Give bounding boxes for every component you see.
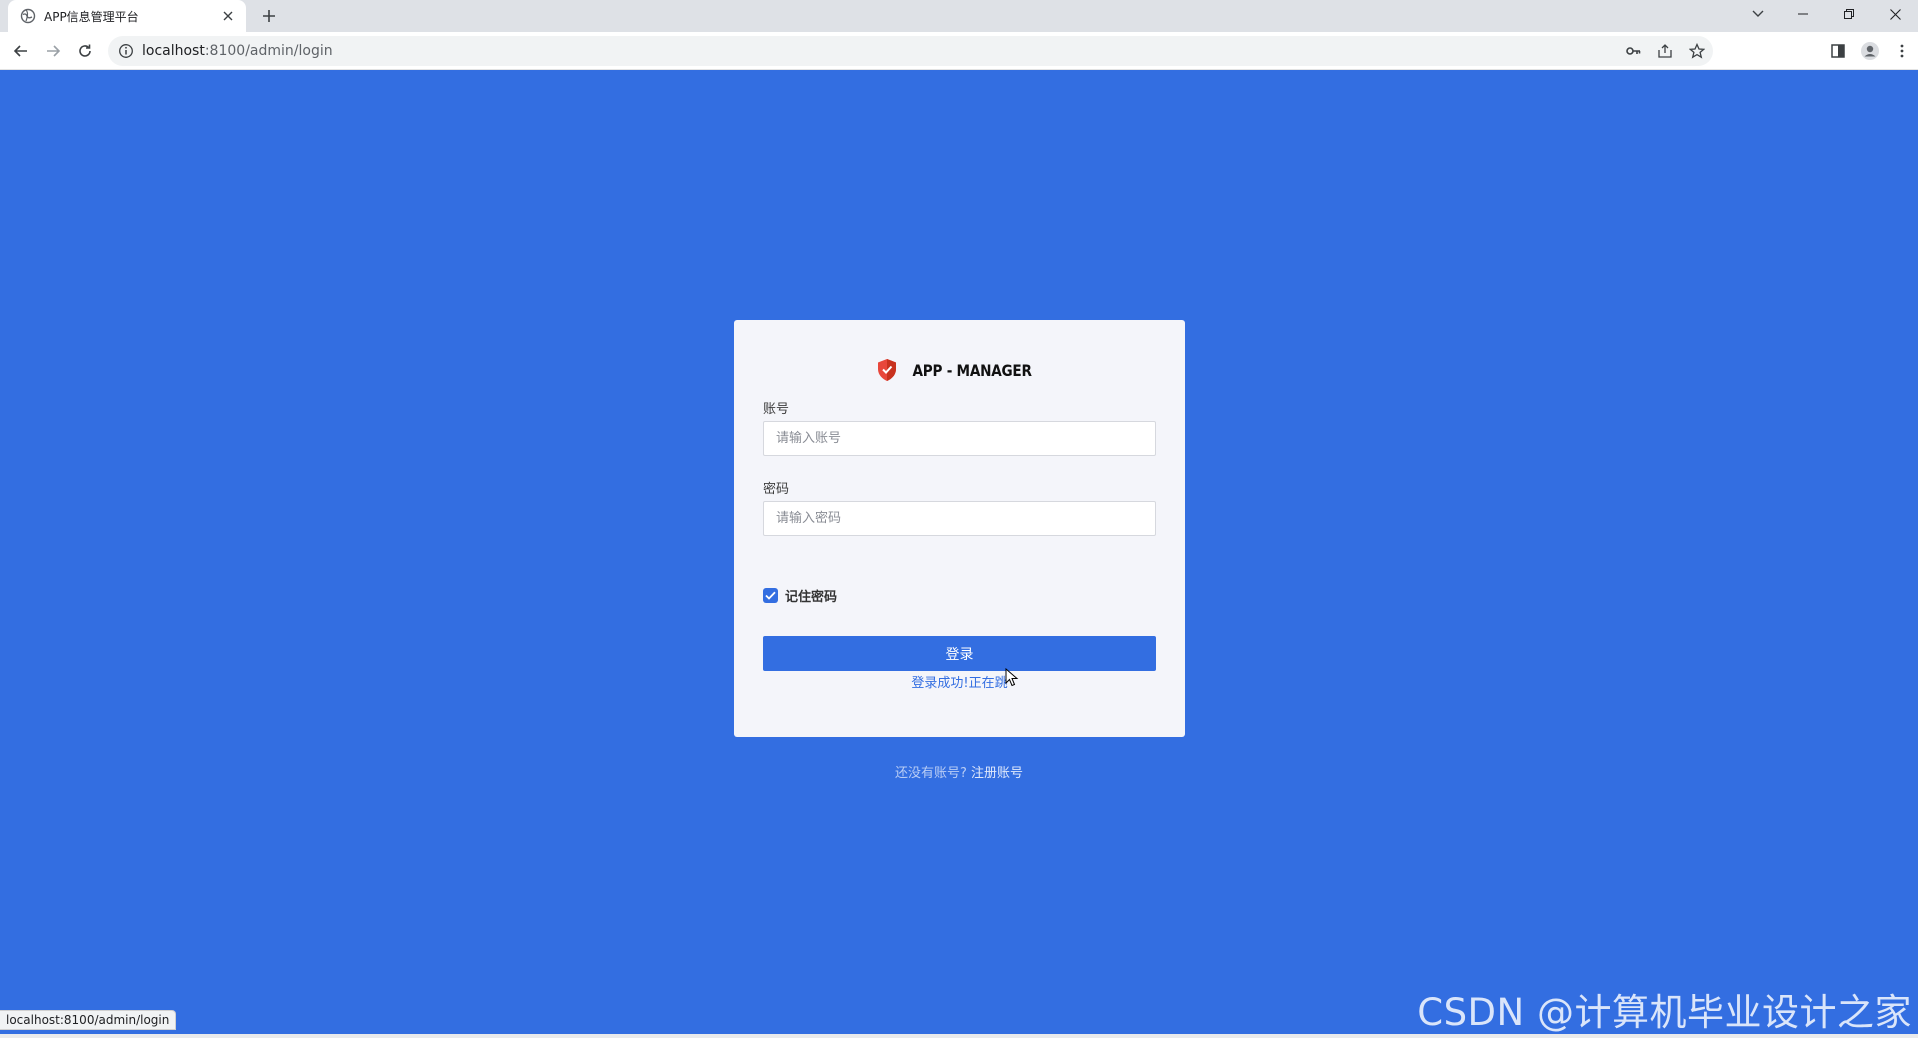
link-status-bubble: localhost:8100/admin/login: [0, 1010, 177, 1030]
login-card: APP - MANAGER 账号 密码 记住密码 登录 登录成功!正在跳: [734, 320, 1185, 737]
reload-icon[interactable]: [72, 38, 98, 64]
address-url: localhost:8100/admin/login: [142, 43, 333, 59]
password-input[interactable]: [763, 501, 1156, 536]
account-label: 账号: [763, 402, 790, 417]
no-account-text: 还没有账号?: [894, 766, 967, 781]
logo-text: APP - MANAGER: [912, 360, 1033, 380]
tab-active[interactable]: APP信息管理平台: [8, 0, 246, 32]
address-bar[interactable]: localhost:8100/admin/login: [108, 36, 1713, 66]
login-status-message: 登录成功!正在跳: [911, 676, 1008, 691]
account-input[interactable]: [763, 421, 1156, 456]
window-bottom-edge: [0, 1034, 1918, 1038]
app-logo: APP - MANAGER: [734, 356, 1185, 384]
watermark: CSDN @计算机毕业设计之家: [1417, 991, 1912, 1034]
url-path: :8100/admin/login: [204, 43, 333, 59]
password-label: 密码: [763, 482, 790, 497]
new-tab-button[interactable]: [258, 5, 280, 27]
address-bar-actions: [1617, 36, 1713, 66]
tab-search-chevron-icon[interactable]: [1738, 0, 1778, 28]
tab-strip: APP信息管理平台: [0, 0, 1918, 32]
mouse-cursor-icon: [1005, 668, 1019, 687]
shield-icon: [878, 359, 897, 381]
tab-title: APP信息管理平台: [44, 9, 139, 24]
forward-arrow-icon[interactable]: [40, 38, 66, 64]
browser-toolbar: localhost:8100/admin/login: [0, 32, 1918, 70]
url-host: localhost: [142, 43, 205, 59]
share-icon[interactable]: [1649, 36, 1681, 66]
globe-icon: [20, 8, 36, 24]
kebab-menu-icon[interactable]: [1886, 36, 1918, 66]
bookmark-star-icon[interactable]: [1681, 36, 1713, 66]
minimize-icon[interactable]: [1780, 0, 1826, 28]
side-panel-icon[interactable]: [1822, 36, 1854, 66]
window-controls: [1780, 0, 1918, 32]
site-info-icon[interactable]: [118, 43, 134, 59]
checkbox-checked-icon[interactable]: [763, 587, 778, 603]
browser-menu-area: [1822, 36, 1918, 66]
close-window-icon[interactable]: [1872, 0, 1918, 28]
remember-password-checkbox[interactable]: 记住密码: [763, 586, 838, 605]
profile-avatar-icon[interactable]: [1854, 36, 1886, 66]
tab-close-icon[interactable]: [220, 8, 236, 24]
back-arrow-icon[interactable]: [8, 38, 34, 64]
page-viewport: APP - MANAGER 账号 密码 记住密码 登录 登录成功!正在跳 还没有…: [0, 70, 1918, 1034]
key-icon[interactable]: [1617, 36, 1649, 66]
restore-icon[interactable]: [1826, 0, 1872, 28]
register-link[interactable]: 注册账号: [971, 766, 1023, 781]
register-prompt: 还没有账号? 注册账号: [0, 762, 1918, 781]
remember-label: 记住密码: [785, 589, 838, 605]
login-button[interactable]: 登录: [763, 636, 1156, 671]
